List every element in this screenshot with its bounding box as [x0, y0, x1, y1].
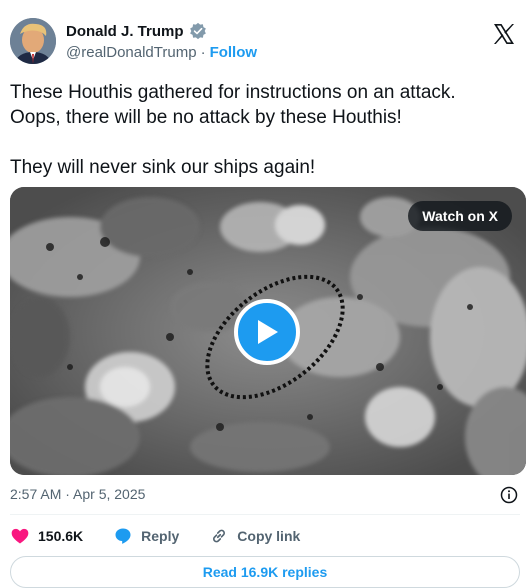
timestamp[interactable]: 2:57 AM · Apr 5, 2025 [10, 486, 145, 502]
handle[interactable]: @realDonaldTrump [66, 44, 197, 61]
handle-row: @realDonaldTrump · Follow [66, 44, 257, 61]
like-button[interactable]: 150.6K [10, 526, 83, 546]
copy-link-button[interactable]: Copy link [209, 526, 300, 546]
reply-label: Reply [141, 528, 180, 544]
separator: · [200, 44, 206, 61]
tweet-header: Donald J. Trump @realDonaldTrump · Follo… [10, 16, 520, 70]
reply-button[interactable]: Reply [113, 526, 179, 546]
watch-on-x-button[interactable]: Watch on X [408, 201, 512, 231]
copy-link-label: Copy link [237, 528, 301, 544]
avatar[interactable] [10, 18, 56, 64]
verified-badge-icon [189, 22, 207, 40]
tweet-text: These Houthis gathered for instructions … [10, 82, 456, 178]
play-button[interactable] [234, 299, 300, 365]
action-bar: 150.6K Reply Copy link [10, 524, 330, 548]
divider [10, 514, 520, 515]
info-icon[interactable] [500, 486, 518, 504]
video-player[interactable]: Watch on X [10, 187, 526, 475]
tweet-card: Donald J. Trump @realDonaldTrump · Follo… [0, 0, 530, 588]
avatar-image [10, 18, 56, 64]
reply-bubble-icon [115, 528, 131, 544]
display-name[interactable]: Donald J. Trump [66, 23, 184, 40]
read-replies-button[interactable]: Read 16.9K replies [10, 556, 520, 588]
heart-icon [11, 528, 29, 544]
link-icon [213, 529, 226, 543]
like-count: 150.6K [38, 528, 84, 544]
name-row: Donald J. Trump [66, 22, 207, 40]
timestamp-row: 2:57 AM · Apr 5, 2025 [10, 486, 520, 506]
play-icon [258, 320, 278, 344]
x-logo-icon[interactable] [492, 22, 516, 46]
follow-link[interactable]: Follow [210, 44, 258, 61]
